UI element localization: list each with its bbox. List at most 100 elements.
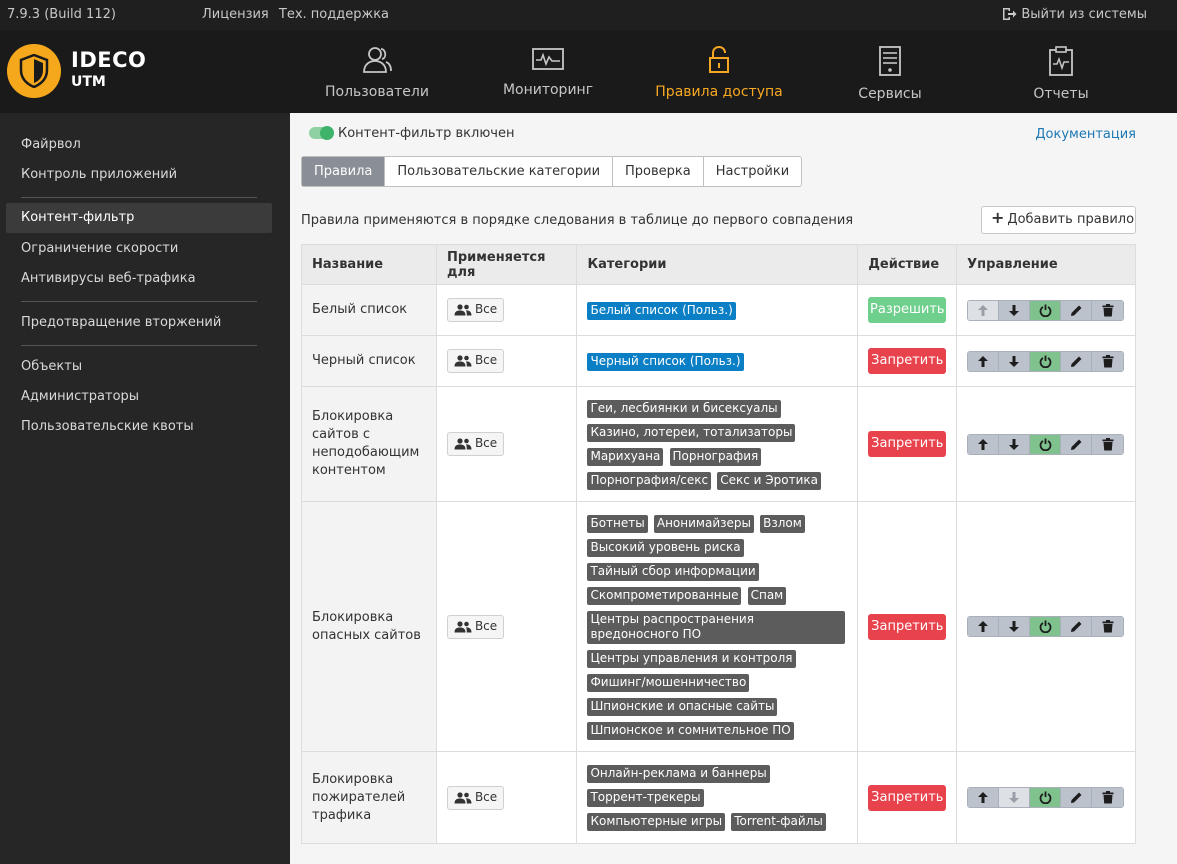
toggle-label: Контент-фильтр включен xyxy=(338,126,515,141)
sidebar-item-administrators[interactable]: Администраторы xyxy=(21,389,139,404)
trash-icon xyxy=(1102,303,1114,316)
top-bar: 7.9.3 (Build 112) Лицензия Тех. поддержк… xyxy=(0,0,1177,30)
delete-rule-button[interactable] xyxy=(1092,434,1124,454)
applies-badge[interactable]: Все xyxy=(446,614,505,639)
content-filter-toggle[interactable] xyxy=(309,126,334,140)
applies-badge[interactable]: Все xyxy=(446,349,505,373)
category-list: Ботнеты Анонимайзеры Взлом Высокий урове… xyxy=(587,507,847,747)
sidebar-item-content-filter[interactable]: Контент-фильтр xyxy=(6,203,272,233)
move-down-button[interactable] xyxy=(999,788,1031,807)
sidebar-item-speed-limit[interactable]: Ограничение скорости xyxy=(21,241,178,256)
toggle-rule-button[interactable] xyxy=(1030,351,1062,371)
action-button[interactable]: Запретить xyxy=(868,348,947,374)
move-up-button[interactable] xyxy=(968,788,1000,807)
sidebar-item-objects[interactable]: Объекты xyxy=(21,359,82,374)
category-tag: Порнография/секс xyxy=(587,471,712,490)
edit-rule-button[interactable] xyxy=(1061,788,1093,807)
applies-badge[interactable]: Все xyxy=(446,432,505,456)
action-button[interactable]: Запретить xyxy=(868,613,947,640)
category-tag: Центры управления и контроля xyxy=(587,649,796,668)
support-link[interactable]: Тех. поддержка xyxy=(279,7,389,22)
nav-users[interactable]: Пользователи xyxy=(297,30,457,113)
nav-services[interactable]: Сервисы xyxy=(810,30,970,113)
rule-name: Блокировка сайтов с неподобающим контент… xyxy=(301,386,437,502)
power-icon xyxy=(1039,791,1052,804)
move-down-button[interactable] xyxy=(999,617,1031,636)
category-tag: Высокий уровень риска xyxy=(587,538,744,557)
sidebar-divider xyxy=(21,345,257,346)
delete-rule-button[interactable] xyxy=(1092,788,1124,807)
applies-cell: Все xyxy=(435,386,578,502)
add-rule-button[interactable]: + Добавить правило xyxy=(981,206,1136,234)
action-button[interactable]: Разрешить xyxy=(868,297,947,323)
edit-rule-button[interactable] xyxy=(1061,351,1093,371)
rules-table: Название Применяется для Категории Дейст… xyxy=(301,244,1136,844)
category-tag: Спам xyxy=(747,586,787,605)
applies-badge[interactable]: Все xyxy=(446,785,505,810)
sidebar-item-firewall[interactable]: Файрвол xyxy=(21,137,81,152)
sidebar-item-app-control[interactable]: Контроль приложений xyxy=(21,167,177,182)
delete-rule-button[interactable] xyxy=(1092,300,1124,320)
arrow-up-icon xyxy=(978,438,989,450)
nav-users-label: Пользователи xyxy=(325,84,429,100)
table-row: Блокировка пожирателей трафика Все Онлайн-… xyxy=(301,751,1136,844)
toggle-rule-button[interactable] xyxy=(1030,300,1062,320)
top-links: Лицензия Тех. поддержка xyxy=(202,7,395,22)
category-tag: Фишинг/мошенничество xyxy=(587,673,750,692)
toggle-rule-button[interactable] xyxy=(1030,434,1062,454)
move-down-button[interactable] xyxy=(999,434,1031,454)
applies-cell: Все xyxy=(435,751,578,844)
tab-settings[interactable]: Настройки xyxy=(704,157,801,186)
nav-reports[interactable]: Отчеты xyxy=(981,30,1141,113)
move-up-button[interactable] xyxy=(968,434,1000,454)
control-group xyxy=(967,433,1125,455)
applies-cell: Все xyxy=(435,501,578,752)
tab-rules[interactable]: Правила xyxy=(302,157,386,186)
delete-rule-button[interactable] xyxy=(1092,617,1124,636)
category-tag: Торрент-трекеры xyxy=(587,789,704,807)
applies-badge[interactable]: Все xyxy=(446,298,505,322)
shield-icon xyxy=(19,54,49,88)
arrow-down-icon xyxy=(1009,438,1020,450)
logout-link[interactable]: Выйти из системы xyxy=(1002,7,1147,22)
logout-icon xyxy=(1003,8,1017,20)
delete-rule-button[interactable] xyxy=(1092,351,1124,371)
edit-rule-button[interactable] xyxy=(1061,434,1093,454)
arrow-down-icon xyxy=(1009,355,1020,367)
main-header: IDECO UTM Пользователи Мониторинг Правил… xyxy=(0,30,1177,113)
category-tag: Белый список (Польз.) xyxy=(587,301,736,320)
col-control: Управление xyxy=(956,244,1136,285)
tab-user-categories[interactable]: Пользовательские категории xyxy=(385,157,614,186)
sidebar-item-intrusion-prevention[interactable]: Предотвращение вторжений xyxy=(21,315,221,330)
move-down-button[interactable] xyxy=(999,351,1031,371)
tab-check[interactable]: Проверка xyxy=(613,157,704,186)
documentation-link[interactable]: Документация xyxy=(1035,127,1136,142)
unlock-icon xyxy=(709,46,729,73)
toggle-rule-button[interactable] xyxy=(1030,617,1062,636)
move-up-button[interactable] xyxy=(968,300,1000,320)
nav-reports-label: Отчеты xyxy=(1033,86,1089,102)
move-up-button[interactable] xyxy=(968,617,1000,636)
sidebar-item-web-antivirus[interactable]: Антивирусы веб-трафика xyxy=(21,271,196,286)
sidebar-item-user-quotas[interactable]: Пользовательские квоты xyxy=(21,419,194,434)
nav-monitoring[interactable]: Мониторинг xyxy=(468,30,628,113)
move-down-button[interactable] xyxy=(999,300,1031,320)
nav-services-label: Сервисы xyxy=(858,86,922,102)
license-link[interactable]: Лицензия xyxy=(202,7,269,22)
control-group xyxy=(967,299,1125,321)
toggle-rule-button[interactable] xyxy=(1030,788,1062,807)
edit-rule-button[interactable] xyxy=(1061,617,1093,636)
nav-access-rules[interactable]: Правила доступа xyxy=(639,30,799,113)
move-up-button[interactable] xyxy=(968,351,1000,371)
action-button[interactable]: Запретить xyxy=(868,431,947,457)
applies-label: Все xyxy=(474,789,498,804)
categories-cell: Геи, лесбиянки и бисексуалы Казино, лоте… xyxy=(576,386,859,502)
report-icon xyxy=(1049,46,1073,76)
control-cell xyxy=(956,501,1136,752)
rule-name: Блокировка опасных сайтов xyxy=(301,501,437,752)
category-tag: Порнография xyxy=(669,447,762,466)
edit-rule-button[interactable] xyxy=(1061,300,1093,320)
action-button[interactable]: Запретить xyxy=(868,784,947,811)
trash-icon xyxy=(1102,791,1114,804)
pencil-icon xyxy=(1070,305,1082,316)
